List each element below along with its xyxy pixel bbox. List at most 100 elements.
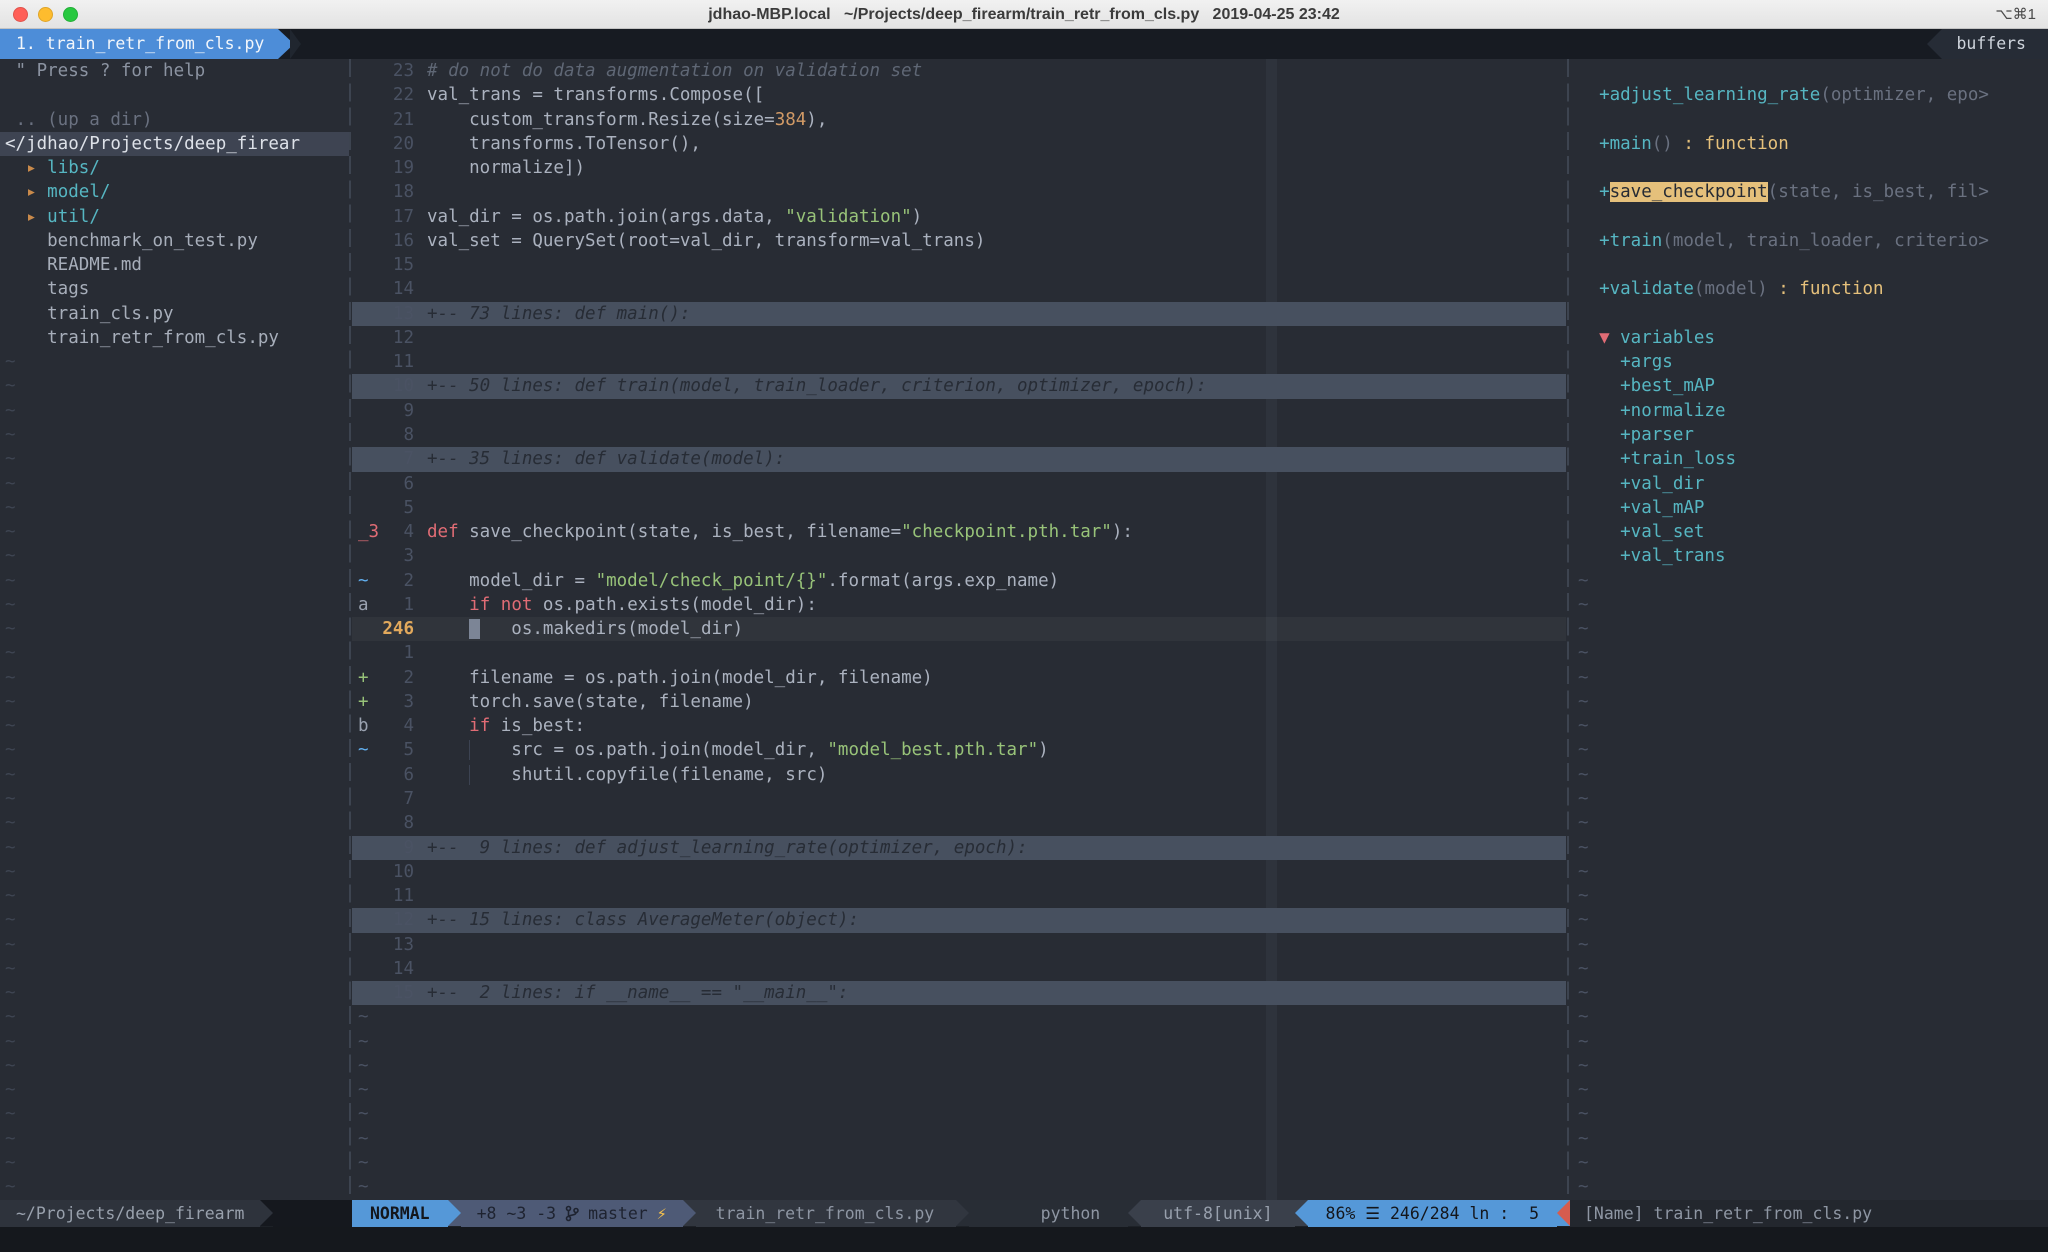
tree-file-benchmark_on_test[interactable]: benchmark_on_test.py (0, 229, 349, 253)
code-line[interactable]: 14 (352, 277, 1566, 301)
text-token (37, 182, 48, 202)
tab-train_retr_from_cls[interactable]: 1. train_retr_from_cls.py (0, 29, 278, 59)
empty-line: ~ (0, 569, 349, 593)
code-text: +-- 35 lines: def validate(model): (414, 447, 1566, 471)
empty-line: ~ (0, 1175, 349, 1199)
empty-line: ~ (1572, 714, 2048, 738)
tag-args[interactable]: +args (1572, 350, 2048, 374)
tilde-marker: ~ (5, 474, 16, 494)
blank-line (1572, 253, 2048, 277)
gutter-sign (352, 811, 378, 835)
code-line[interactable]: 8 (352, 423, 1566, 447)
code-line[interactable]: 12 (352, 326, 1566, 350)
tree-root[interactable]: </jdhao/Projects/deep_firear (0, 132, 349, 156)
tag-val_trans[interactable]: +val_trans (1572, 544, 2048, 568)
tagbar-kind-variables[interactable]: ▼ variables (1572, 326, 2048, 350)
line-number: 7 (378, 447, 414, 471)
code-line[interactable]: +3 torch.save(state, filename) (352, 690, 1566, 714)
code-line[interactable]: 1 (352, 641, 1566, 665)
tag-save_checkpoint[interactable]: +save_checkpoint(state, is_best, fil> (1572, 180, 2048, 204)
text-token: benchmark_on_test.py (5, 231, 258, 251)
code-line[interactable]: 8 (352, 811, 1566, 835)
code-line[interactable]: 6 (352, 472, 1566, 496)
code-line[interactable]: 21 custom_transform.Resize(size=384), (352, 108, 1566, 132)
code-line[interactable]: 3 (352, 544, 1566, 568)
text-token: if (469, 595, 490, 615)
tree-file-train_cls[interactable]: train_cls.py (0, 302, 349, 326)
tag-train_loss[interactable]: +train_loss (1572, 447, 2048, 471)
code-line[interactable]: 20 transforms.ToTensor(), (352, 132, 1566, 156)
code-text (414, 277, 1566, 301)
tree-up-a-dir[interactable]: .. (up a dir) (0, 108, 349, 132)
code-line[interactable]: 246 os.makedirs(model_dir) (352, 617, 1566, 641)
folded-region[interactable]: 13+-- 73 lines: def main(): (352, 302, 1566, 326)
code-line[interactable]: 15 (352, 253, 1566, 277)
tag-validate[interactable]: +validate(model) : function (1572, 277, 2048, 301)
empty-line: ~ (0, 933, 349, 957)
gutter-sign (352, 472, 378, 496)
line-number: 14 (378, 957, 414, 981)
tree-file-train_retr_from_cls[interactable]: train_retr_from_cls.py (0, 326, 349, 350)
code-line[interactable]: 10 (352, 860, 1566, 884)
line-number: 17 (378, 205, 414, 229)
code-line[interactable]: 14 (352, 957, 1566, 981)
gutter-sign: + (352, 690, 378, 714)
tag-adjust_learning_rate[interactable]: +adjust_learning_rate(optimizer, epo> (1572, 83, 2048, 107)
code-line[interactable]: 11 (352, 884, 1566, 908)
code-line[interactable]: b4 if is_best: (352, 714, 1566, 738)
tilde-marker: ~ (5, 983, 16, 1003)
empty-line: ~ (0, 423, 349, 447)
empty-line: ~ (1572, 811, 2048, 835)
code-line[interactable]: 18 (352, 180, 1566, 204)
code-line[interactable]: 23# do not do data augmentation on valid… (352, 59, 1566, 83)
buffers-arrow-icon (1927, 29, 1942, 59)
tag-val_mAP[interactable]: +val_mAP (1572, 496, 2048, 520)
code-line[interactable]: 22val_trans = transforms.Compose([ (352, 83, 1566, 107)
folded-region[interactable]: 12+-- 15 lines: class AverageMeter(objec… (352, 908, 1566, 932)
code-line[interactable]: 7 (352, 787, 1566, 811)
tree-file-tags[interactable]: tags (0, 277, 349, 301)
code-line[interactable]: 11 (352, 350, 1566, 374)
tag-best_mAP[interactable]: +best_mAP (1572, 374, 2048, 398)
code-line[interactable]: 5 (352, 496, 1566, 520)
folded-region[interactable]: 10+-- 50 lines: def train(model, train_l… (352, 374, 1566, 398)
code-line[interactable]: a1 if not os.path.exists(model_dir): (352, 593, 1566, 617)
folded-region[interactable]: 7+-- 35 lines: def validate(model): (352, 447, 1566, 471)
code-line[interactable]: ~5 src = os.path.join(model_dir, "model_… (352, 738, 1566, 762)
tree-dir-model[interactable]: ▸ model/ (0, 180, 349, 204)
text-token: ▸ (26, 182, 37, 202)
window-separator[interactable] (1567, 59, 1569, 1200)
tilde-marker: ~ (5, 498, 16, 518)
code-line[interactable]: +2 filename = os.path.join(model_dir, fi… (352, 666, 1566, 690)
text-token: +adjust_learning_rate (1578, 85, 1820, 105)
tree-dir-util[interactable]: ▸ util/ (0, 205, 349, 229)
tag-main[interactable]: +main() : function (1572, 132, 2048, 156)
code-line[interactable]: 19 normalize]) (352, 156, 1566, 180)
code-line[interactable]: 9 (352, 399, 1566, 423)
tree-dir-libs[interactable]: ▸ libs/ (0, 156, 349, 180)
code-line[interactable]: ~2 model_dir = "model/check_point/{}".fo… (352, 569, 1566, 593)
tree-file-readme[interactable]: README.md (0, 253, 349, 277)
code-line[interactable]: 6 shutil.copyfile(filename, src) (352, 763, 1566, 787)
text-token: train_retr_from_cls.py (5, 328, 279, 348)
line-number: 18 (378, 180, 414, 204)
window-separator[interactable] (349, 59, 351, 1200)
folded-region[interactable]: 15+-- 2 lines: if __name__ == "__main__"… (352, 981, 1566, 1005)
gutter-sign: ~ (352, 569, 378, 593)
tag-train[interactable]: +train(model, train_loader, criterio> (1572, 229, 2048, 253)
tilde-marker: ~ (5, 1056, 16, 1076)
code-line[interactable]: 17val_dir = os.path.join(args.data, "val… (352, 205, 1566, 229)
vim-command-line[interactable] (0, 1227, 2048, 1252)
code-line[interactable]: _34def save_checkpoint(state, is_best, f… (352, 520, 1566, 544)
code-text: src = os.path.join(model_dir, "model_bes… (414, 738, 1566, 762)
tag-val_dir[interactable]: +val_dir (1572, 472, 2048, 496)
folded-region[interactable]: 9+-- 9 lines: def adjust_learning_rate(o… (352, 836, 1566, 860)
code-line[interactable]: 16val_set = QuerySet(root=val_dir, trans… (352, 229, 1566, 253)
code-line[interactable]: 13 (352, 933, 1566, 957)
tilde-marker: ~ (5, 668, 16, 688)
text-token: ) (912, 207, 923, 227)
tag-val_set[interactable]: +val_set (1572, 520, 2048, 544)
tree-help-line[interactable]: " Press ? for help (0, 59, 349, 83)
tag-parser[interactable]: +parser (1572, 423, 2048, 447)
tag-normalize[interactable]: +normalize (1572, 399, 2048, 423)
